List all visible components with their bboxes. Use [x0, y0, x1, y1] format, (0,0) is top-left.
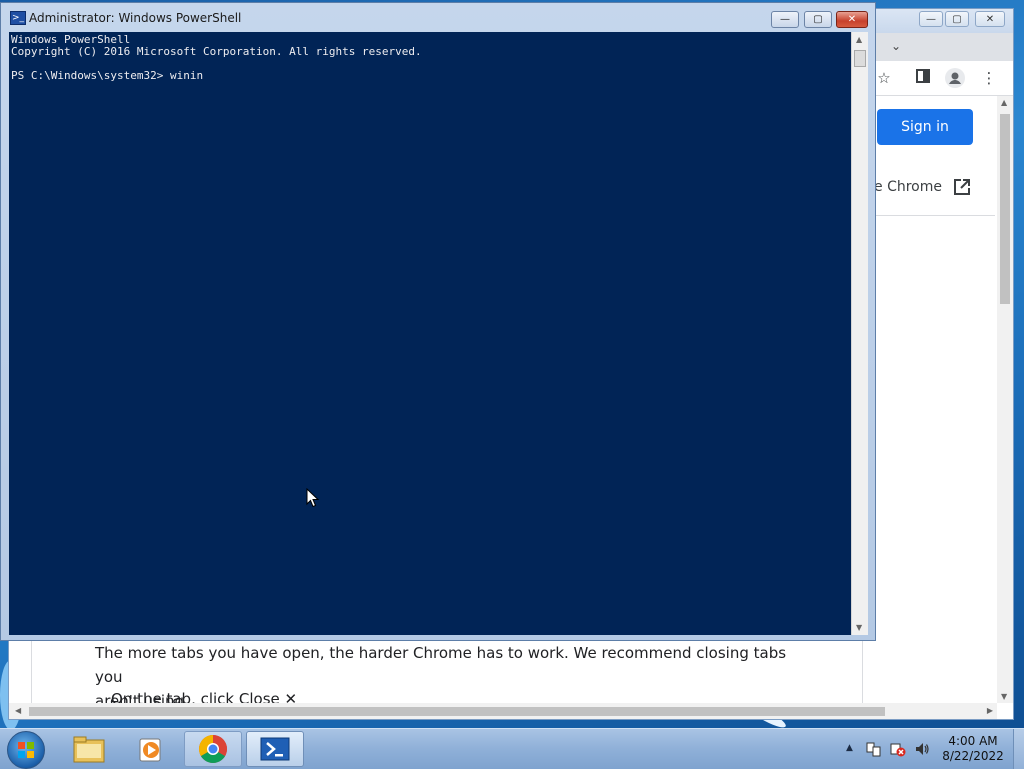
chrome-maximize-button[interactable]: ▢ [945, 11, 969, 27]
folder-icon [73, 736, 105, 763]
close-button[interactable]: ✕ [836, 11, 868, 28]
scroll-down-arrow-icon[interactable]: ▼ [1001, 692, 1007, 701]
menu-dots-icon[interactable]: ⋮ [979, 68, 999, 88]
sign-in-button[interactable]: Sign in [877, 109, 973, 145]
chrome-icon [199, 735, 227, 763]
powershell-icon [260, 737, 290, 761]
maximize-button[interactable]: ▢ [804, 11, 832, 28]
side-divider [875, 215, 995, 216]
article-line: The more tabs you have open, the harder … [95, 644, 787, 686]
powershell-icon[interactable]: >_ [10, 11, 26, 25]
tab-search-chevron-icon[interactable]: ⌄ [891, 39, 901, 53]
taskbar-clock[interactable]: 4:00 AM 8/22/2022 [940, 734, 1006, 764]
scroll-left-arrow-icon[interactable]: ◀ [15, 706, 21, 715]
chrome-side-link[interactable]: e Chrome [874, 179, 942, 195]
prompt-line[interactable]: PS C:\Windows\system32> winin [11, 70, 851, 82]
console-scroll-thumb[interactable] [854, 50, 866, 67]
scroll-right-arrow-icon[interactable]: ▶ [987, 706, 993, 715]
scroll-down-arrow-icon[interactable]: ▼ [856, 623, 862, 632]
taskbar: ▲ 4:00 AM 8/22/2022 [0, 728, 1024, 769]
chrome-vscroll-thumb[interactable] [1000, 114, 1010, 304]
taskbar-powershell[interactable] [246, 731, 304, 767]
scroll-up-arrow-icon[interactable]: ▲ [1001, 98, 1007, 107]
console-output[interactable]: Windows PowerShell Copyright (C) 2016 Mic… [9, 32, 851, 635]
chrome-hscroll-thumb[interactable] [29, 707, 885, 716]
action-center-icon[interactable] [866, 741, 882, 757]
show-hidden-icons-icon[interactable]: ▲ [846, 743, 853, 753]
minimize-button[interactable]: — [771, 11, 799, 28]
taskbar-media-player[interactable] [122, 731, 180, 767]
scroll-up-arrow-icon[interactable]: ▲ [856, 35, 862, 44]
clock-date: 8/22/2022 [942, 749, 1004, 763]
console-scrollbar[interactable]: ▲ ▼ [851, 32, 868, 635]
bookmark-star-icon[interactable]: ☆ [874, 68, 894, 88]
window-title: Administrator: Windows PowerShell [29, 11, 242, 25]
prompt-text: PS C:\Windows\system32> [11, 69, 170, 82]
network-error-icon[interactable] [890, 741, 906, 757]
clock-time: 4:00 AM [948, 734, 998, 748]
external-link-icon[interactable] [953, 178, 971, 196]
command-input[interactable]: winin [170, 69, 203, 82]
chrome-vertical-scrollbar[interactable]: ▲ ▼ [997, 96, 1013, 703]
chrome-minimize-button[interactable]: — [919, 11, 943, 27]
powershell-window: >_ Administrator: Windows PowerShell — ▢… [0, 2, 876, 641]
console-line: Copyright (C) 2016 Microsoft Corporation… [11, 45, 422, 58]
chrome-horizontal-scrollbar[interactable]: ◀ ▶ [9, 703, 997, 719]
taskbar-file-explorer[interactable] [60, 731, 118, 767]
taskbar-chrome[interactable] [184, 731, 242, 767]
chrome-close-button[interactable]: ✕ [975, 11, 1005, 27]
windows-logo-icon [18, 742, 34, 758]
show-desktop-button[interactable] [1013, 729, 1024, 769]
profile-icon[interactable] [945, 68, 965, 88]
volume-icon[interactable] [914, 741, 930, 757]
mouse-cursor-icon [306, 488, 320, 508]
side-panel-icon[interactable] [913, 68, 933, 88]
media-player-icon [139, 738, 161, 762]
start-button[interactable] [7, 731, 45, 769]
